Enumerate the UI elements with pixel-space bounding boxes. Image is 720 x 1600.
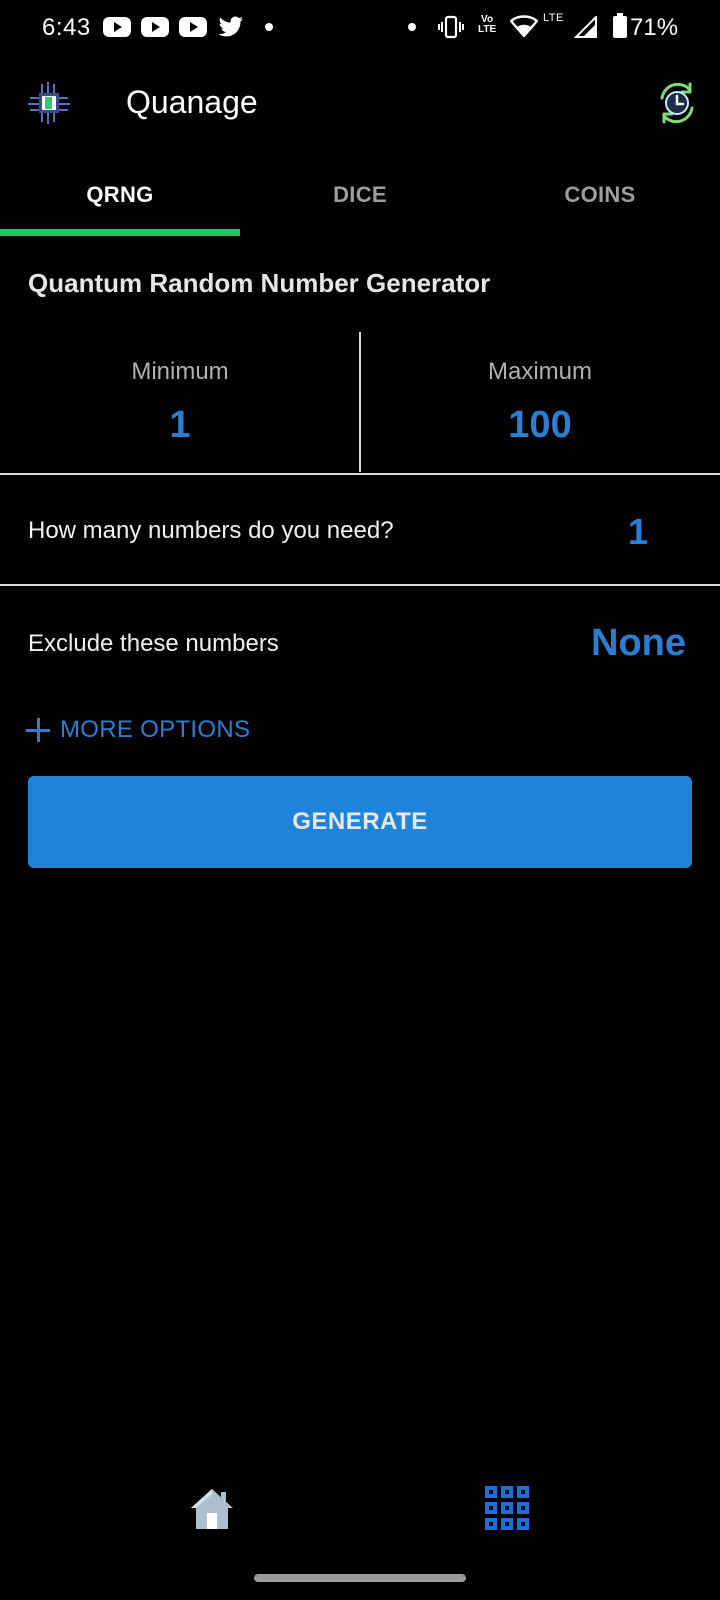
youtube-notification-icon (103, 17, 131, 37)
tab-qrng[interactable]: QRNG (0, 160, 240, 236)
vibrate-icon (438, 15, 464, 39)
app-title: Quanage (126, 84, 258, 120)
exclude-row[interactable]: Exclude these numbers None (0, 586, 720, 696)
status-time: 6:43 (42, 14, 91, 41)
count-row[interactable]: How many numbers do you need? 1 (0, 475, 720, 585)
tab-bar: QRNG DICE COINS (0, 160, 720, 236)
app-bar: Quanage (0, 60, 720, 150)
more-options-label: MORE OPTIONS (60, 716, 251, 743)
count-value: 1 (628, 511, 649, 552)
wifi-icon (510, 15, 538, 38)
maximum-value: 100 (508, 404, 572, 446)
minimum-field[interactable]: Minimum 1 (0, 332, 360, 474)
twitter-notification-icon (218, 16, 243, 37)
youtube-notification-icon (141, 17, 169, 37)
more-options-button[interactable]: MORE OPTIONS (26, 712, 250, 748)
page-title: Quantum Random Number Generator (28, 268, 491, 298)
history-icon[interactable] (654, 80, 700, 126)
generate-button[interactable]: GENERATE (28, 776, 692, 868)
grid-icon[interactable] (485, 1486, 529, 1530)
exclude-label: Exclude these numbers (28, 630, 279, 657)
lte-label: LTE (543, 12, 564, 24)
tab-coins[interactable]: COINS (480, 160, 720, 236)
minimum-label: Minimum (131, 358, 229, 385)
home-icon[interactable] (188, 1486, 236, 1532)
battery-percent: 71% (630, 14, 679, 41)
more-notifications-dot (265, 23, 273, 31)
cell-signal-icon (574, 16, 597, 38)
divider (359, 332, 361, 472)
maximum-label: Maximum (487, 358, 592, 385)
quanage-logo-icon (28, 82, 70, 124)
minimum-value: 1 (169, 404, 191, 446)
plus-icon (26, 718, 50, 742)
volte-icon: Vo LTE (478, 14, 497, 35)
notification-dot (408, 23, 416, 31)
exclude-value: None (591, 622, 686, 664)
count-label: How many numbers do you need? (28, 517, 394, 544)
gesture-navigation-bar[interactable] (254, 1574, 466, 1582)
status-bar: 6:43 Vo LTE LTE 71% (0, 0, 720, 56)
youtube-notification-icon (179, 17, 207, 37)
tab-indicator (0, 229, 240, 236)
tab-dice[interactable]: DICE (240, 160, 480, 236)
battery-icon (613, 13, 627, 38)
maximum-field[interactable]: Maximum 100 (360, 332, 720, 474)
